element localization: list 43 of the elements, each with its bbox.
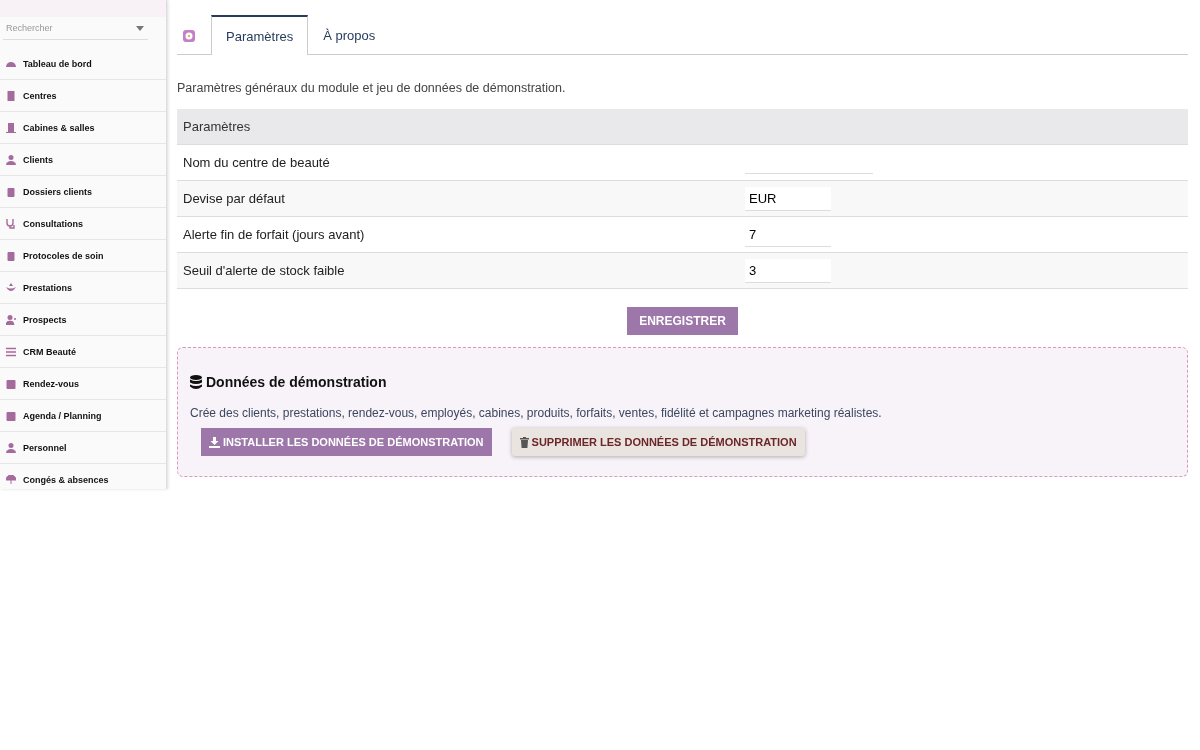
person-icon xyxy=(6,442,16,453)
lotus-icon xyxy=(6,282,16,293)
sidebar-item[interactable]: Rendez-vous xyxy=(0,368,166,400)
download-icon xyxy=(209,436,220,448)
sidebar-item[interactable]: Prestations xyxy=(0,272,166,304)
module-icon xyxy=(183,30,195,42)
sidebar-item[interactable]: Clients xyxy=(0,144,166,176)
umbrella-icon xyxy=(6,474,16,485)
sidebar-item[interactable]: Prospects xyxy=(0,304,166,336)
setting-label: Alerte fin de forfait (jours avant) xyxy=(183,227,365,242)
sidebar-item[interactable]: Agenda / Planning xyxy=(0,400,166,432)
delete-button[interactable]: SUPPRIMER LES DONNÉES DE DÉMONSTRATION xyxy=(511,428,805,456)
input-field[interactable]: 3 xyxy=(745,258,831,283)
caret-icon xyxy=(136,25,144,31)
sidebar-item[interactable]: Consultations xyxy=(0,208,166,240)
input-field[interactable]: EUR xyxy=(745,186,831,211)
sidebar-item[interactable]: Protocoles de soin xyxy=(0,240,166,272)
section-description: Crée des clients, prestations, rendez-vous, employés, cabines, produits, forfaits, ventes, fidélité et campagnes marketing réalistes. xyxy=(190,406,883,420)
setting-label: Nom du centre de beauté xyxy=(183,155,330,170)
sidebar-item[interactable]: Cabines & salles xyxy=(0,112,166,144)
menu-icon xyxy=(6,346,16,357)
trash-icon xyxy=(519,436,529,448)
sidebar-item[interactable]: Centres xyxy=(0,80,166,112)
install-button[interactable]: INSTALLER LES DONNÉES DE DÉMONSTRATION xyxy=(201,428,492,456)
sidebar-item[interactable]: Personnel xyxy=(0,432,166,464)
database-icon xyxy=(190,375,202,389)
person-icon xyxy=(6,154,16,165)
setting-label: Seuil d'alerte de stock faible xyxy=(183,263,345,278)
sidebar-item[interactable]: Congés & absences xyxy=(0,464,166,489)
tab[interactable]: Paramètres xyxy=(211,15,309,55)
save-button[interactable]: ENREGISTRER xyxy=(627,307,738,335)
tab[interactable]: À propos xyxy=(308,15,391,55)
section-title: Données de démonstration xyxy=(206,374,387,390)
sidebar-item[interactable]: CRM Beauté xyxy=(0,336,166,368)
door-icon xyxy=(6,122,16,133)
table-header: Paramètres xyxy=(177,109,1188,145)
search-field[interactable]: Rechercher xyxy=(3,17,136,39)
sidebar-item[interactable]: Dossiers clients xyxy=(0,176,166,208)
sidebar-item[interactable]: Tableau de bord xyxy=(0,48,166,80)
add-person-icon xyxy=(6,314,16,325)
setting-label: Devise par défaut xyxy=(183,191,285,206)
stethoscope-icon xyxy=(6,218,16,229)
description-text: Paramètres généraux du module et jeu de données de démonstration. xyxy=(177,81,567,95)
